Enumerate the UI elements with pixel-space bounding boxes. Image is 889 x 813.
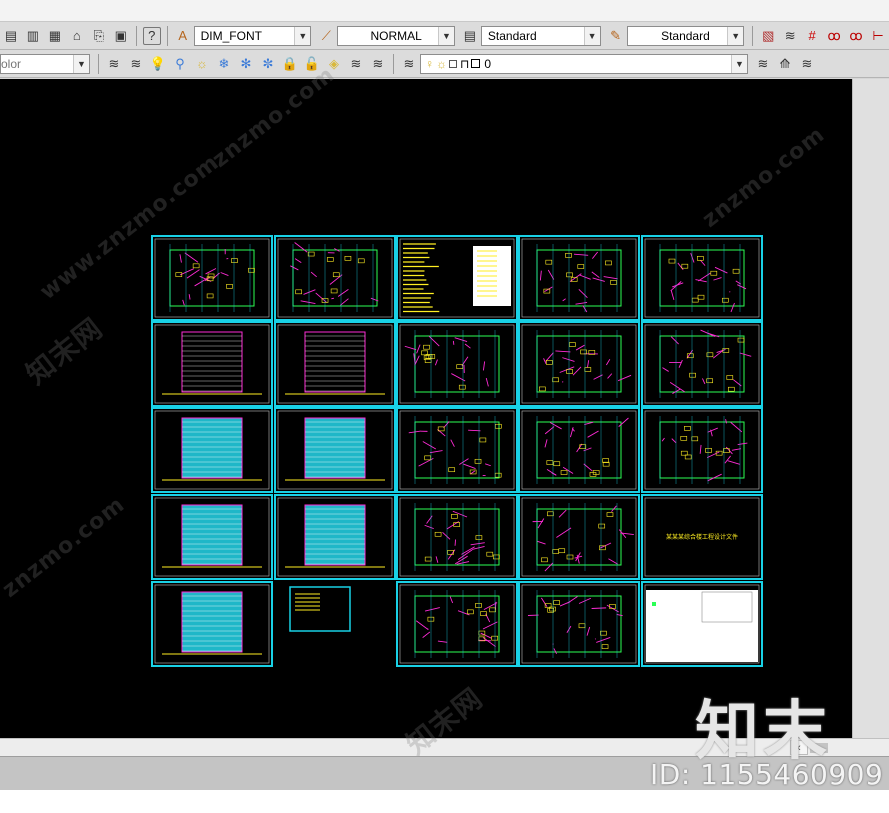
layer-unisolate-icon[interactable]: ☼	[193, 55, 211, 73]
layer-on-icon[interactable]: 💡	[149, 55, 167, 73]
layer-isolate-icon[interactable]: ⚲	[171, 55, 189, 73]
drawing-sheet[interactable]	[518, 494, 640, 580]
block-icon[interactable]: ꝏ	[825, 27, 843, 45]
table-style-select[interactable]: Standard ▼	[480, 25, 601, 46]
xref-icon[interactable]: ⊢	[869, 27, 887, 45]
drawing-sheet[interactable]	[518, 407, 640, 493]
drawing-sheet[interactable]	[274, 235, 396, 321]
separator	[166, 25, 168, 46]
drawing-canvas[interactable]: 某某某综合楼工程设计文件	[0, 79, 852, 738]
dim-style-select[interactable]: NORMAL ▼	[337, 25, 455, 46]
layer-properties-icon[interactable]: ≋	[105, 55, 123, 73]
separator	[393, 53, 394, 74]
color-select[interactable]: olor ▼	[0, 53, 90, 74]
properties-icon[interactable]: ▦	[46, 27, 64, 45]
multileader-style-value: Standard	[661, 28, 710, 43]
layers-icon[interactable]: ≋	[781, 27, 799, 45]
chevron-down-icon[interactable]: ▼	[437, 26, 454, 45]
chevron-down-icon[interactable]: ▼	[73, 54, 89, 73]
layer-lock-icon[interactable]: 🔒	[281, 55, 299, 73]
drawing-sheet[interactable]	[518, 581, 640, 667]
vertical-scrollbar[interactable]	[852, 79, 889, 738]
separator	[752, 25, 754, 46]
new-icon[interactable]: ▤	[2, 27, 20, 45]
light-bulb-icon: ♀	[425, 56, 434, 71]
layer-name: 0	[484, 56, 492, 71]
sun-icon: ☼	[436, 56, 447, 71]
dim-style-icon[interactable]: ⟋	[317, 27, 335, 45]
layer-thaw-icon[interactable]: ✻	[237, 55, 255, 73]
separator	[135, 25, 137, 46]
layers-toolbar: olor ▼ ≋ ≋ 💡 ⚲ ☼ ❄ ✻ ✼ 🔒 🔓 ◈ ≋ ≋ ≋ ♀ ☼ ⊓…	[0, 50, 889, 78]
drawing-sheet[interactable]	[518, 235, 640, 321]
drawing-sheet[interactable]	[151, 321, 273, 407]
title-strip	[0, 0, 889, 22]
layer-previous-icon[interactable]: ≋	[127, 55, 145, 73]
cover-sheet-title: 某某某综合楼工程设计文件	[666, 533, 738, 541]
cad-application-window: ▤ ▥ ▦ ⌂ ⎘ ▣ ? A DIM_FONT ▼ ⟋ NORMAL ▼ ▤ …	[0, 0, 889, 813]
drawing-sheet[interactable]	[396, 494, 518, 580]
text-style-icon[interactable]: A	[174, 27, 192, 45]
drawing-sheet[interactable]	[151, 407, 273, 493]
drawing-sheet[interactable]	[151, 235, 273, 321]
color-value: olor	[1, 56, 22, 71]
drawing-sheet[interactable]	[151, 581, 273, 667]
drawing-sheet[interactable]	[641, 581, 763, 667]
chevron-down-icon[interactable]: ▼	[294, 26, 311, 45]
drawing-sheet[interactable]	[641, 235, 763, 321]
calculator-icon[interactable]: ▣	[112, 27, 130, 45]
layer-manager-icon[interactable]: ⎘	[90, 27, 108, 45]
white-square-icon	[471, 59, 481, 68]
drawing-sheet[interactable]	[289, 586, 351, 632]
multileader-style-icon[interactable]: ✎	[607, 27, 625, 45]
text-style-select[interactable]: DIM_FONT ▼	[193, 25, 312, 46]
id-watermark: ID: 1155460909	[650, 758, 884, 791]
bottom-margin	[0, 790, 889, 813]
hatch-icon[interactable]: ⌂	[68, 27, 86, 45]
dim-style-value: NORMAL	[370, 28, 422, 43]
chevron-down-icon[interactable]: ▼	[727, 26, 744, 45]
drawing-sheet[interactable]	[396, 407, 518, 493]
chevron-down-icon[interactable]: ▼	[583, 26, 600, 45]
drawing-sheet[interactable]	[274, 494, 396, 580]
layer-merge-icon[interactable]: ≋	[369, 55, 387, 73]
drawing-sheet[interactable]	[641, 407, 763, 493]
styles-toolbar: ▤ ▥ ▦ ⌂ ⎘ ▣ ? A DIM_FONT ▼ ⟋ NORMAL ▼ ▤ …	[0, 22, 889, 50]
drawing-sheet[interactable]	[518, 321, 640, 407]
layer-select[interactable]: ♀ ☼ ⊓ 0 ▼	[420, 53, 748, 74]
drawing-sheets: 某某某综合楼工程设计文件	[151, 235, 763, 667]
drawing-sheet[interactable]	[274, 321, 396, 407]
attribute-icon[interactable]: ꝏ	[847, 27, 865, 45]
table-style-value: Standard	[487, 28, 537, 43]
layer-current-icon[interactable]: ≋	[798, 55, 816, 73]
drawing-sheet[interactable]	[641, 321, 763, 407]
separator	[98, 53, 99, 74]
layer-off-icon[interactable]: ✼	[259, 55, 277, 73]
text-style-value: DIM_FONT	[200, 28, 262, 43]
drawing-sheet[interactable]	[396, 321, 518, 407]
layer-walk-icon[interactable]: ≋	[347, 55, 365, 73]
layer-freeze-icon[interactable]: ❄	[215, 55, 233, 73]
drawing-sheet[interactable]: 某某某综合楼工程设计文件	[641, 494, 763, 580]
drawing-sheet[interactable]	[274, 407, 396, 493]
lock-icon: ⊓	[460, 56, 470, 71]
drawing-sheet[interactable]	[396, 235, 518, 321]
layer-previous-state-icon[interactable]: ⟰	[776, 55, 794, 73]
multileader-style-select[interactable]: Standard ▼	[626, 25, 745, 46]
color-swatch-icon	[449, 59, 457, 68]
chevron-down-icon[interactable]: ▼	[731, 54, 747, 73]
table-style-icon[interactable]: ▤	[461, 27, 479, 45]
grid-icon[interactable]: #	[803, 27, 821, 45]
layer-states-icon[interactable]: ▧	[759, 27, 777, 45]
make-current-icon[interactable]: ≋	[754, 55, 772, 73]
layer-state-icon[interactable]: ≋	[400, 55, 418, 73]
sheet-set-icon[interactable]: ▥	[24, 27, 42, 45]
drawing-sheet[interactable]	[396, 581, 518, 667]
drawing-sheet[interactable]	[151, 494, 273, 580]
help-icon[interactable]: ?	[142, 26, 161, 45]
